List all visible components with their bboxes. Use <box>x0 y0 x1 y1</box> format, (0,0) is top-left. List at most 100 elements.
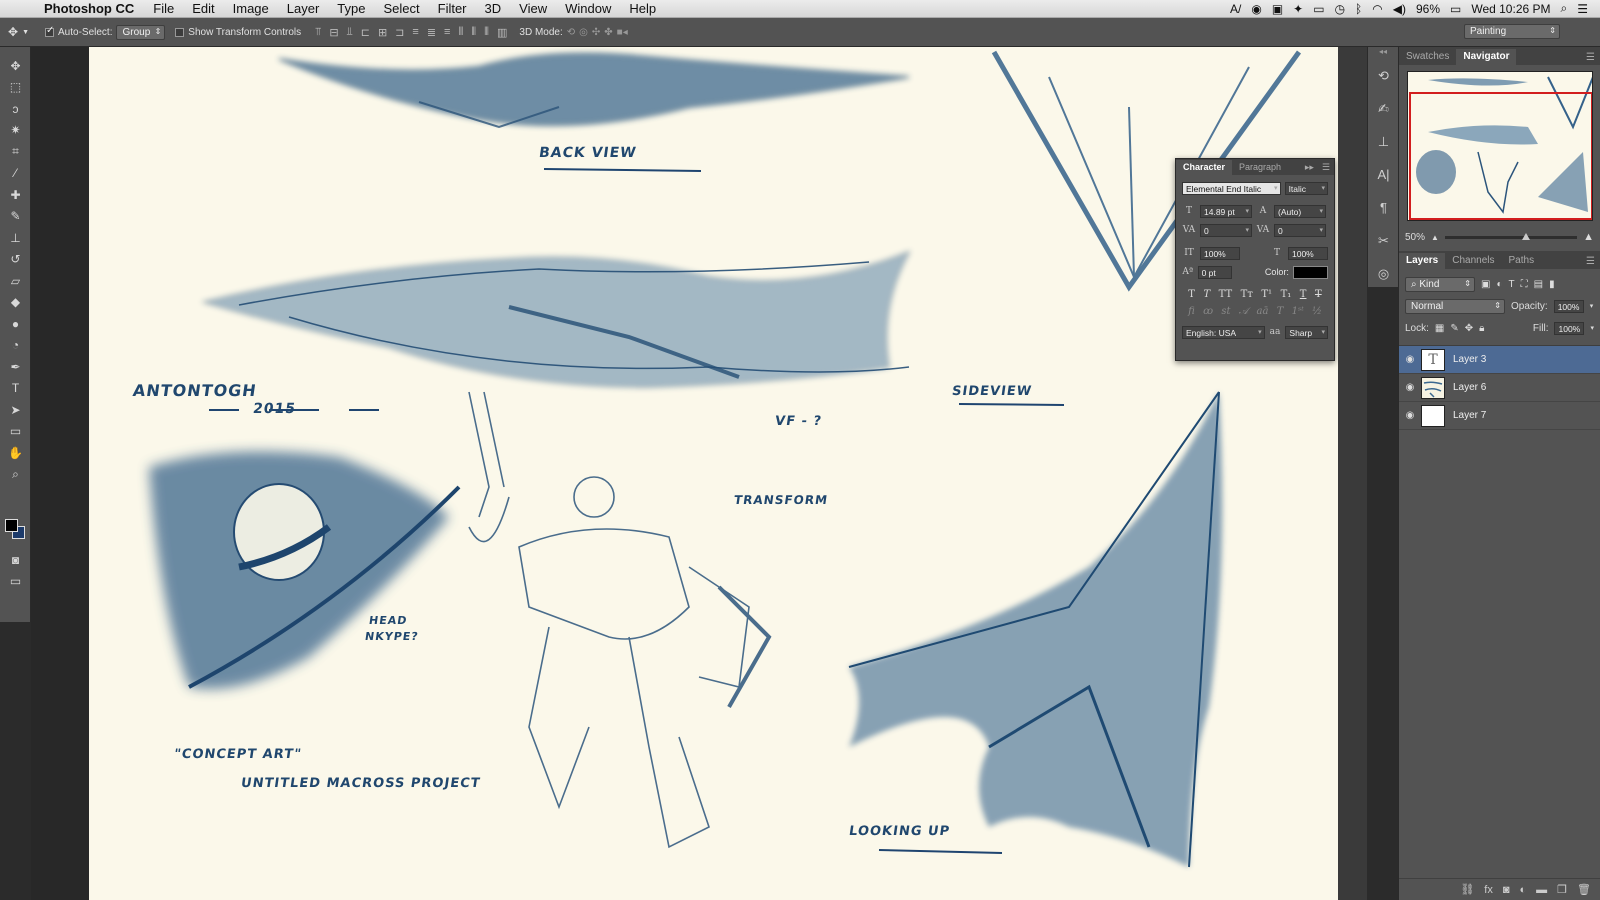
discretionary-ligatures-icon[interactable]: ꝏ <box>1203 306 1213 317</box>
blend-mode-dropdown[interactable]: Normal <box>1405 298 1505 314</box>
tab-character[interactable]: Character <box>1176 160 1233 175</box>
layer-row[interactable]: ◉ Layer 7 <box>1399 402 1600 430</box>
align-vcenter-icon[interactable]: ⊟ <box>329 26 338 39</box>
align-top-icon[interactable]: ⫪ <box>315 26 321 39</box>
distribute-vcenter-icon[interactable]: ≣ <box>427 26 436 39</box>
titling-alternates-icon[interactable]: aā <box>1256 306 1268 317</box>
new-layer-icon[interactable]: ❐ <box>1557 883 1567 896</box>
screen-icon[interactable]: ▣ <box>1272 2 1283 16</box>
layer-name[interactable]: Layer 6 <box>1453 382 1486 393</box>
kerning-field[interactable]: 0 ▾ <box>1200 223 1252 237</box>
libraries-icon[interactable]: ◎ <box>1368 257 1399 290</box>
font-family-field[interactable]: Elemental End Italic ▾ <box>1182 181 1281 195</box>
distribute-bottom-icon[interactable]: ≡ <box>444 26 450 39</box>
spotlight-icon[interactable]: ⌕ <box>1561 1 1568 16</box>
tab-swatches[interactable]: Swatches <box>1399 49 1456 65</box>
battery-icon[interactable]: ▭ <box>1450 2 1461 16</box>
dropbox-icon[interactable]: ✦ <box>1293 2 1303 16</box>
filter-shape-icon[interactable]: ⛶ <box>1521 279 1528 290</box>
quick-mask-icon[interactable]: ◙ <box>0 549 31 571</box>
type-tool-icon[interactable]: T <box>0 378 31 400</box>
faux-italic-icon[interactable]: T <box>1203 289 1210 300</box>
auto-select-checkbox[interactable] <box>45 25 54 37</box>
layer-style-icon[interactable]: fx <box>1484 884 1493 896</box>
navigator-view-box[interactable] <box>1409 92 1592 220</box>
brush-presets-icon[interactable]: ✍ <box>1368 92 1399 125</box>
lock-position-icon[interactable]: ✥ <box>1465 323 1473 334</box>
path-selection-tool-icon[interactable]: ➤ <box>0 399 31 421</box>
panel-menu-icon[interactable]: ☰ <box>1318 160 1334 175</box>
baseline-shift-field[interactable]: 0 pt <box>1197 265 1233 279</box>
history-panel-icon[interactable]: ⟲ <box>1368 59 1399 92</box>
strikethrough-icon[interactable]: T <box>1315 289 1322 300</box>
3d-scale-icon[interactable]: ■◂ <box>617 27 628 38</box>
eyedropper-tool-icon[interactable]: ⁄ <box>0 163 31 185</box>
layer-filter-dropdown[interactable]: ⌕ Kind <box>1405 276 1475 292</box>
foreground-color-swatch[interactable] <box>5 519 18 532</box>
fill-field[interactable]: 100% <box>1554 321 1585 335</box>
menu-window[interactable]: Window <box>556 1 620 16</box>
navigator-thumbnail[interactable] <box>1407 71 1593 221</box>
document-canvas[interactable]: BACK VIEW SIDEVIEW ANTONTOGH 2015 VF - ?… <box>89 47 1338 900</box>
swash-icon[interactable]: st <box>1221 306 1230 317</box>
rectangle-tool-icon[interactable]: ▭ <box>0 421 31 443</box>
volume-icon[interactable]: ◀) <box>1393 2 1406 16</box>
crop-tool-icon[interactable]: ⌗ <box>0 141 31 163</box>
menu-layer[interactable]: Layer <box>278 1 329 16</box>
lasso-tool-icon[interactable]: ↄ <box>0 98 31 120</box>
layer-name[interactable]: Layer 3 <box>1453 354 1486 365</box>
brush-tool-icon[interactable]: ✎ <box>0 206 31 228</box>
leading-field[interactable]: (Auto) ▾ <box>1274 204 1326 218</box>
align-hcenter-icon[interactable]: ⊞ <box>378 26 387 39</box>
app-menu[interactable]: Photoshop CC <box>44 1 144 16</box>
screen-mode-icon[interactable]: ▭ <box>0 571 31 593</box>
paint-bucket-tool-icon[interactable]: ◆ <box>0 292 31 314</box>
hand-tool-icon[interactable]: ✋ <box>0 442 31 464</box>
clone-source-icon[interactable]: ⊥ <box>1368 125 1399 158</box>
workspace-switcher[interactable]: Painting <box>1464 24 1560 39</box>
layer-name[interactable]: Layer 7 <box>1453 410 1486 421</box>
layer-mask-icon[interactable]: ◙ <box>1503 884 1510 896</box>
chevron-down-icon[interactable]: ▾ <box>1590 324 1594 332</box>
all-caps-icon[interactable]: TT <box>1219 289 1233 300</box>
zoom-slider-knob[interactable] <box>1521 232 1530 240</box>
ordinals-1st-icon[interactable]: 1ˢᵗ <box>1292 306 1304 317</box>
tracking-field[interactable]: 0 ▾ <box>1274 223 1326 237</box>
distribute-left-icon[interactable]: ⦀ <box>458 26 463 39</box>
distribute-hcenter-icon[interactable]: ⦀ <box>471 26 476 39</box>
healing-brush-tool-icon[interactable]: ✚ <box>0 184 31 206</box>
menu-filter[interactable]: Filter <box>429 1 476 16</box>
auto-select-dropdown[interactable]: Group <box>116 24 166 40</box>
airplay-icon[interactable]: ▭ <box>1313 2 1324 16</box>
history-brush-tool-icon[interactable]: ↺ <box>0 249 31 271</box>
menu-file[interactable]: File <box>144 1 183 16</box>
layer-row[interactable]: ◉ Layer 6 <box>1399 374 1600 402</box>
time-machine-icon[interactable]: ◷ <box>1335 2 1345 16</box>
opacity-field[interactable]: 100% <box>1553 299 1584 313</box>
zoom-tool-icon[interactable]: ⌕ <box>0 464 31 486</box>
ordinals-icon[interactable]: T <box>1277 306 1284 317</box>
tool-preset-picker[interactable]: ✥ ▼ <box>8 25 29 39</box>
tab-paragraph[interactable]: Paragraph <box>1232 160 1288 175</box>
panel-menu-icon[interactable]: ☰ <box>1581 50 1600 65</box>
zoom-in-icon[interactable]: ▲ <box>1583 231 1594 243</box>
menu-image[interactable]: Image <box>224 1 278 16</box>
menu-view[interactable]: View <box>510 1 556 16</box>
menu-help[interactable]: Help <box>620 1 665 16</box>
language-field[interactable]: English: USA ▾ <box>1182 325 1265 339</box>
clock[interactable]: Wed 10:26 PM <box>1471 2 1550 16</box>
collapse-icon[interactable]: ◂◂ <box>1368 47 1398 59</box>
layer-row[interactable]: ◉ T Layer 3 <box>1399 346 1600 374</box>
marquee-tool-icon[interactable]: ⬚ <box>0 77 31 99</box>
font-size-field[interactable]: 14.89 pt ▾ <box>1200 204 1252 218</box>
panel-collapse-icon[interactable]: ▸▸ <box>1301 160 1318 175</box>
lock-all-icon[interactable]: 🔒︎ <box>1479 323 1484 334</box>
lock-transparency-icon[interactable]: ▦ <box>1435 323 1444 334</box>
link-layers-icon[interactable]: ⛓ <box>1460 883 1474 896</box>
filter-adjustment-icon[interactable]: ◐ <box>1496 279 1502 290</box>
stylistic-alternates-icon[interactable]: 𝒜 <box>1239 306 1248 317</box>
visibility-eye-icon[interactable]: ◉ <box>1399 354 1421 365</box>
magic-wand-tool-icon[interactable]: ✷ <box>0 120 31 142</box>
battery-percent[interactable]: 96% <box>1416 2 1440 16</box>
lock-pixels-icon[interactable]: ✎ <box>1450 323 1458 334</box>
